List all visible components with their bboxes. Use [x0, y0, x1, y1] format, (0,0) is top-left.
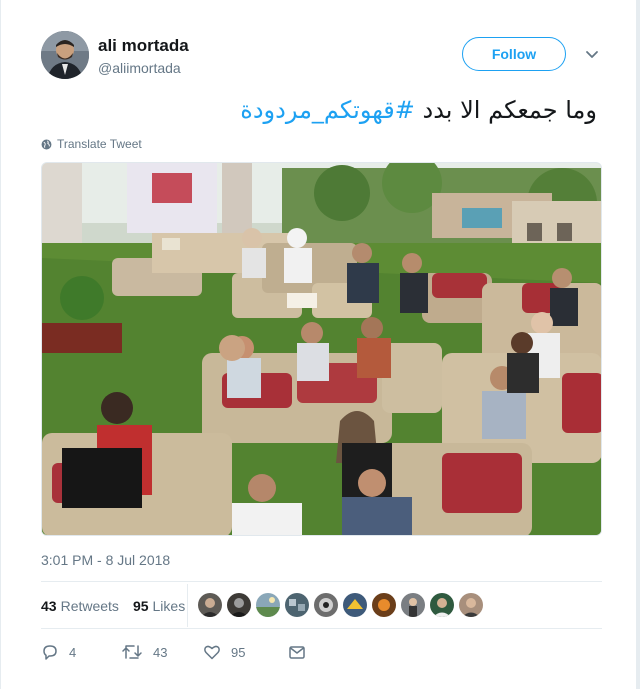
liker-avatar[interactable] — [372, 593, 396, 617]
retweets-count: 43 — [41, 598, 57, 614]
divider-bottom — [41, 628, 602, 629]
stats-separator — [187, 584, 188, 627]
tweet-timestamp[interactable]: 3:01 PM - 8 Jul 2018 — [41, 552, 170, 568]
retweet-button[interactable]: 43 — [121, 643, 203, 661]
follow-button[interactable]: Follow — [462, 37, 566, 71]
translate-tweet-link[interactable]: Translate Tweet — [41, 137, 142, 151]
action-bar: 4 43 95 — [41, 643, 316, 661]
tweet-photo[interactable] — [41, 162, 602, 536]
avatar[interactable] — [41, 31, 89, 79]
liker-avatar[interactable] — [198, 593, 222, 617]
liker-avatar[interactable] — [285, 593, 309, 617]
user-handle[interactable]: @aliimortada — [98, 60, 181, 76]
liker-avatar[interactable] — [256, 593, 280, 617]
frame-left-edge — [0, 0, 1, 689]
globe-icon — [41, 139, 52, 149]
heart-icon — [204, 645, 220, 660]
likes-stat[interactable]: 95 Likes — [133, 598, 185, 614]
liker-avatar[interactable] — [227, 593, 251, 617]
likes-count: 95 — [132, 598, 149, 614]
envelope-icon — [289, 646, 305, 659]
retweets-label: Retweets — [60, 598, 119, 614]
display-name[interactable]: ali mortada — [98, 36, 189, 56]
reply-icon — [43, 645, 57, 660]
tweet-text: وما جمعكم الا بدد #قهوتكم_مردودة — [240, 96, 597, 124]
direct-message-button[interactable] — [288, 643, 316, 661]
like-count: 95 — [231, 644, 246, 660]
tweet-text-body: وما جمعكم الا بدد — [414, 96, 597, 124]
liker-avatar[interactable] — [343, 593, 367, 617]
frame-right-edge — [636, 0, 640, 689]
liker-avatar[interactable] — [430, 593, 454, 617]
hashtag-link[interactable]: #قهوتكم_مردودة — [240, 96, 415, 124]
chevron-down-icon[interactable] — [584, 48, 600, 60]
reply-button[interactable]: 4 — [41, 643, 121, 661]
liker-avatar[interactable] — [314, 593, 338, 617]
divider-top — [41, 581, 602, 582]
translate-label: Translate Tweet — [57, 137, 142, 151]
retweets-stat[interactable]: 43 Retweets — [41, 598, 119, 614]
liker-avatar[interactable] — [459, 593, 483, 617]
retweet-icon — [122, 645, 142, 659]
retweet-count: 43 — [153, 644, 168, 660]
engagement-stats: 43 Retweets 95 Likes — [41, 598, 185, 614]
likes-label: Likes — [152, 598, 186, 614]
reply-count: 4 — [69, 644, 77, 660]
liker-avatar[interactable] — [401, 593, 425, 617]
like-button[interactable]: 95 — [203, 643, 288, 661]
likers-avatar-list — [198, 593, 488, 617]
